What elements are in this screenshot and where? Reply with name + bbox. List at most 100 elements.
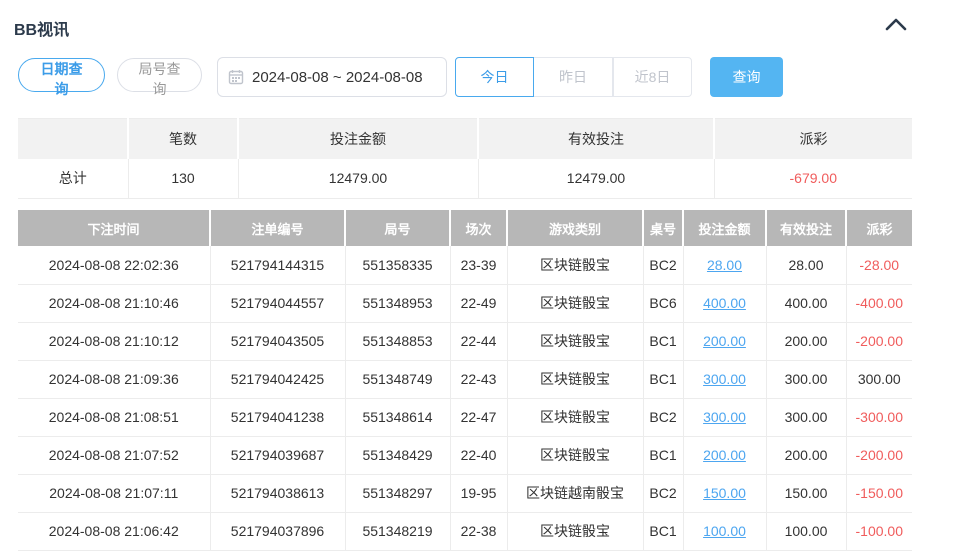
cell-payout: -200.00 — [846, 436, 912, 474]
cell-session: 19-95 — [450, 474, 507, 512]
cell-order-id: 521794044557 — [210, 284, 345, 322]
table-row: 2024-08-08 22:02:36 521794144315 5513583… — [18, 246, 912, 284]
bb-video-panel: BB视讯 日期查询 局号查询 2024-08-08 ~ 2024-08-08 今… — [0, 0, 956, 553]
cell-order-id: 521794039687 — [210, 436, 345, 474]
cell-game-type: 区块链骰宝 — [507, 360, 643, 398]
bet-table-body: 2024-08-08 22:02:36 521794144315 5513583… — [18, 246, 912, 550]
summary-total-row: 总计 130 12479.00 12479.00 -679.00 — [18, 159, 912, 199]
quick-range-today[interactable]: 今日 — [455, 57, 534, 97]
cell-session: 22-44 — [450, 322, 507, 360]
cell-bet-time: 2024-08-08 21:10:46 — [18, 284, 210, 322]
cell-round-id: 551348749 — [345, 360, 450, 398]
cell-payout: -300.00 — [846, 398, 912, 436]
date-range-value: 2024-08-08 ~ 2024-08-08 — [252, 69, 423, 86]
cell-bet-amount: 150.00 — [683, 474, 766, 512]
cell-bet-amount: 300.00 — [683, 398, 766, 436]
summary-valid-bet: 12479.00 — [478, 159, 714, 199]
cell-order-id: 521794038613 — [210, 474, 345, 512]
cell-payout: -200.00 — [846, 322, 912, 360]
cell-bet-amount: 28.00 — [683, 246, 766, 284]
bet-amount-link[interactable]: 400.00 — [703, 295, 746, 311]
cell-bet-time: 2024-08-08 22:02:36 — [18, 246, 210, 284]
header-round-id: 局号 — [345, 210, 450, 246]
cell-bet-amount: 200.00 — [683, 436, 766, 474]
cell-round-id: 551348219 — [345, 512, 450, 550]
cell-game-type: 区块链骰宝 — [507, 436, 643, 474]
cell-table-no: BC1 — [643, 360, 683, 398]
table-row: 2024-08-08 21:10:12 521794043505 5513488… — [18, 322, 912, 360]
cell-session: 22-40 — [450, 436, 507, 474]
summary-table: 笔数 投注金额 有效投注 派彩 总计 130 12479.00 12479.00… — [18, 118, 912, 199]
cell-order-id: 521794041238 — [210, 398, 345, 436]
bet-amount-link[interactable]: 200.00 — [703, 333, 746, 349]
cell-bet-amount: 300.00 — [683, 360, 766, 398]
tab-date-query[interactable]: 日期查询 — [18, 58, 105, 92]
bet-amount-link[interactable]: 300.00 — [703, 409, 746, 425]
collapse-panel-button[interactable] — [880, 12, 912, 38]
summary-total-label: 总计 — [18, 159, 128, 199]
cell-valid-bet: 400.00 — [766, 284, 846, 322]
header-order-id: 注单编号 — [210, 210, 345, 246]
cell-game-type: 区块链骰宝 — [507, 322, 643, 360]
cell-valid-bet: 200.00 — [766, 322, 846, 360]
cell-bet-amount: 200.00 — [683, 322, 766, 360]
quick-range-group: 今日 昨日 近8日 — [455, 57, 692, 97]
cell-bet-time: 2024-08-08 21:07:52 — [18, 436, 210, 474]
header-bet-time: 下注时间 — [18, 210, 210, 246]
bet-amount-link[interactable]: 300.00 — [703, 371, 746, 387]
table-row: 2024-08-08 21:08:51 521794041238 5513486… — [18, 398, 912, 436]
cell-valid-bet: 300.00 — [766, 360, 846, 398]
cell-round-id: 551348614 — [345, 398, 450, 436]
bet-amount-link[interactable]: 100.00 — [703, 523, 746, 539]
cell-valid-bet: 28.00 — [766, 246, 846, 284]
header-payout: 派彩 — [846, 210, 912, 246]
cell-bet-time: 2024-08-08 21:07:11 — [18, 474, 210, 512]
bet-amount-link[interactable]: 150.00 — [703, 485, 746, 501]
cell-bet-time: 2024-08-08 21:08:51 — [18, 398, 210, 436]
cell-game-type: 区块链骰宝 — [507, 246, 643, 284]
quick-range-yesterday[interactable]: 昨日 — [534, 57, 613, 97]
tab-round-query[interactable]: 局号查询 — [117, 58, 202, 92]
cell-bet-amount: 100.00 — [683, 512, 766, 550]
cell-table-no: BC1 — [643, 512, 683, 550]
cell-order-id: 521794144315 — [210, 246, 345, 284]
page-title: BB视讯 — [14, 16, 69, 40]
bet-amount-link[interactable]: 200.00 — [703, 447, 746, 463]
cell-table-no: BC2 — [643, 398, 683, 436]
header-bet-amount: 投注金额 — [683, 210, 766, 246]
cell-valid-bet: 200.00 — [766, 436, 846, 474]
date-range-input[interactable]: 2024-08-08 ~ 2024-08-08 — [217, 57, 447, 97]
cell-valid-bet: 300.00 — [766, 398, 846, 436]
cell-order-id: 521794042425 — [210, 360, 345, 398]
summary-header-valid-bet: 有效投注 — [478, 119, 714, 159]
cell-round-id: 551348953 — [345, 284, 450, 322]
query-button[interactable]: 查询 — [710, 57, 783, 97]
cell-order-id: 521794043505 — [210, 322, 345, 360]
quick-range-last8days[interactable]: 近8日 — [613, 57, 692, 97]
cell-game-type: 区块链骰宝 — [507, 398, 643, 436]
bet-table-header-row: 下注时间 注单编号 局号 场次 游戏类别 桌号 投注金额 有效投注 派彩 — [18, 210, 912, 246]
header-valid-bet: 有效投注 — [766, 210, 846, 246]
bet-amount-link[interactable]: 28.00 — [707, 257, 742, 273]
table-row: 2024-08-08 21:06:42 521794037896 5513482… — [18, 512, 912, 550]
cell-table-no: BC2 — [643, 246, 683, 284]
cell-session: 22-49 — [450, 284, 507, 322]
summary-header-count: 笔数 — [128, 119, 238, 159]
cell-session: 23-39 — [450, 246, 507, 284]
cell-bet-time: 2024-08-08 21:09:36 — [18, 360, 210, 398]
header-game-type: 游戏类别 — [507, 210, 643, 246]
table-row: 2024-08-08 21:10:46 521794044557 5513489… — [18, 284, 912, 322]
cell-bet-time: 2024-08-08 21:06:42 — [18, 512, 210, 550]
cell-table-no: BC1 — [643, 322, 683, 360]
cell-round-id: 551358335 — [345, 246, 450, 284]
cell-bet-amount: 400.00 — [683, 284, 766, 322]
summary-header-payout: 派彩 — [714, 119, 912, 159]
summary-payout: -679.00 — [714, 159, 912, 199]
table-row: 2024-08-08 21:07:52 521794039687 5513484… — [18, 436, 912, 474]
cell-payout: -400.00 — [846, 284, 912, 322]
header-table-no: 桌号 — [643, 210, 683, 246]
cell-game-type: 区块链骰宝 — [507, 284, 643, 322]
chevron-up-icon — [884, 19, 908, 34]
summary-header-row: 笔数 投注金额 有效投注 派彩 — [18, 119, 912, 159]
summary-header-empty — [18, 119, 128, 159]
